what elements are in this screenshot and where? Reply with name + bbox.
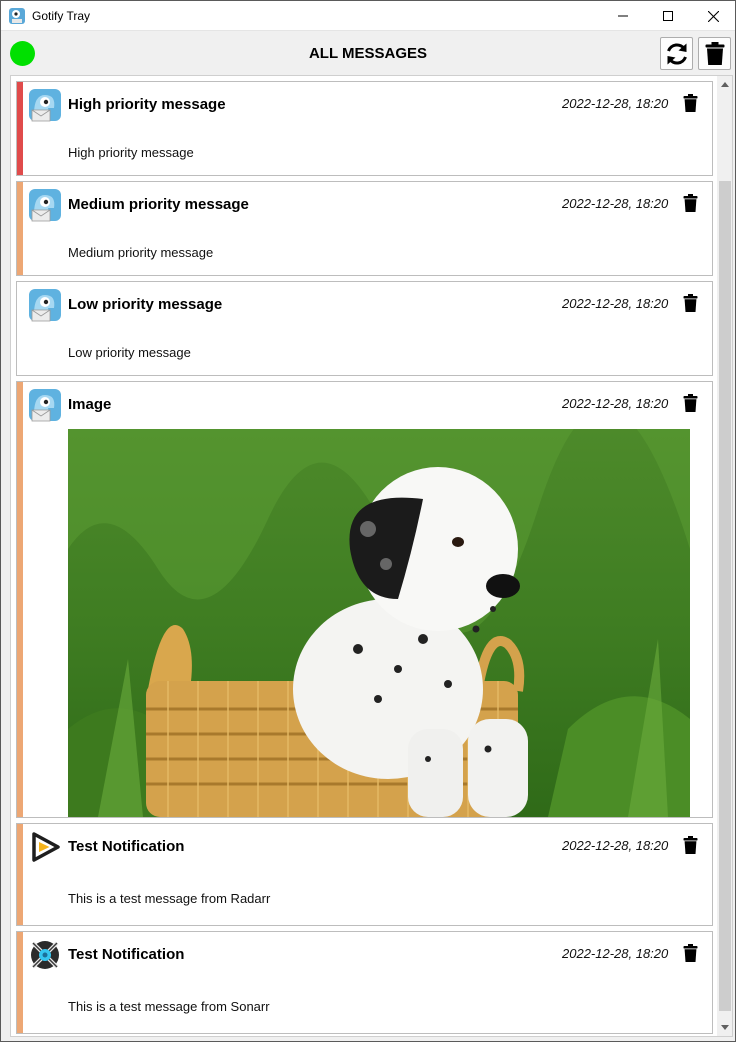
message-body: High priority message xyxy=(68,145,194,160)
trash-icon xyxy=(683,94,697,112)
priority-indicator xyxy=(17,82,23,175)
message-item: High priority message 2022-12-28, 18:20 … xyxy=(16,81,713,176)
message-title: Medium priority message xyxy=(68,196,249,213)
maximize-icon xyxy=(663,11,673,21)
messages-header: ALL MESSAGES xyxy=(1,32,735,74)
refresh-button[interactable] xyxy=(660,37,693,70)
delete-message-button[interactable] xyxy=(680,392,700,414)
maximize-button[interactable] xyxy=(645,1,691,31)
delete-message-button[interactable] xyxy=(680,942,700,964)
priority-indicator xyxy=(17,932,23,1033)
message-item: Test Notification 2022-12-28, 18:20 This… xyxy=(16,823,713,926)
message-item: Low priority message 2022-12-28, 18:20 L… xyxy=(16,281,713,376)
refresh-icon xyxy=(666,43,687,64)
gotify-icon xyxy=(29,289,61,322)
radarr-icon xyxy=(32,832,60,862)
priority-indicator xyxy=(17,182,23,275)
delete-message-button[interactable] xyxy=(680,92,700,114)
close-icon xyxy=(707,10,719,22)
scroll-thumb[interactable] xyxy=(719,181,731,1011)
trash-icon xyxy=(705,41,724,65)
message-date: 2022-12-28, 18:20 xyxy=(562,946,669,961)
delete-message-button[interactable] xyxy=(680,192,700,214)
vertical-scrollbar[interactable] xyxy=(717,76,732,1036)
gotify-icon xyxy=(29,89,61,122)
priority-indicator xyxy=(17,282,23,375)
scroll-up-button[interactable] xyxy=(717,76,732,93)
message-title: Test Notification xyxy=(68,838,185,855)
message-body: This is a test message from Sonarr xyxy=(68,999,270,1014)
trash-icon xyxy=(683,294,697,312)
message-title: Test Notification xyxy=(68,946,185,963)
trash-icon xyxy=(683,194,697,212)
message-title: Low priority message xyxy=(68,296,223,313)
message-body: This is a test message from Radarr xyxy=(68,891,271,906)
message-date: 2022-12-28, 18:20 xyxy=(562,96,669,111)
message-body: Medium priority message xyxy=(68,245,214,260)
message-date: 2022-12-28, 18:20 xyxy=(562,196,669,211)
message-body: Low priority message xyxy=(68,345,191,360)
message-date: 2022-12-28, 18:20 xyxy=(562,296,669,311)
window-title: Gotify Tray xyxy=(32,9,91,23)
gotify-icon xyxy=(29,389,61,422)
chevron-up-icon xyxy=(721,82,729,87)
message-item: Test Notification 2022-12-28, 18:20 This… xyxy=(16,931,713,1034)
app-window: Gotify Tray ALL MESSAGES High priority m… xyxy=(0,0,736,1042)
message-title: High priority message xyxy=(68,96,226,113)
gotify-icon xyxy=(29,189,61,222)
title-bar[interactable]: Gotify Tray xyxy=(1,1,735,31)
trash-icon xyxy=(683,944,697,962)
page-title: ALL MESSAGES xyxy=(308,45,428,62)
chevron-down-icon xyxy=(721,1025,729,1030)
priority-indicator xyxy=(17,824,23,925)
minimize-icon xyxy=(618,15,628,17)
scroll-down-button[interactable] xyxy=(717,1019,732,1036)
message-item: Medium priority message 2022-12-28, 18:2… xyxy=(16,181,713,276)
message-image xyxy=(68,429,690,817)
message-list[interactable]: High priority message 2022-12-28, 18:20 … xyxy=(10,75,733,1037)
close-button[interactable] xyxy=(690,1,736,31)
message-date: 2022-12-28, 18:20 xyxy=(562,396,669,411)
message-date: 2022-12-28, 18:20 xyxy=(562,838,669,853)
trash-icon xyxy=(683,836,697,854)
sonarr-icon xyxy=(31,941,59,969)
trash-icon xyxy=(683,394,697,412)
priority-indicator xyxy=(17,382,23,817)
minimize-button[interactable] xyxy=(600,1,646,31)
message-item: Image 2022-12-28, 18:20 xyxy=(16,381,713,818)
gotify-app-icon xyxy=(9,8,25,24)
delete-message-button[interactable] xyxy=(680,834,700,856)
delete-all-button[interactable] xyxy=(698,37,731,70)
message-title: Image xyxy=(68,396,112,413)
delete-message-button[interactable] xyxy=(680,292,700,314)
